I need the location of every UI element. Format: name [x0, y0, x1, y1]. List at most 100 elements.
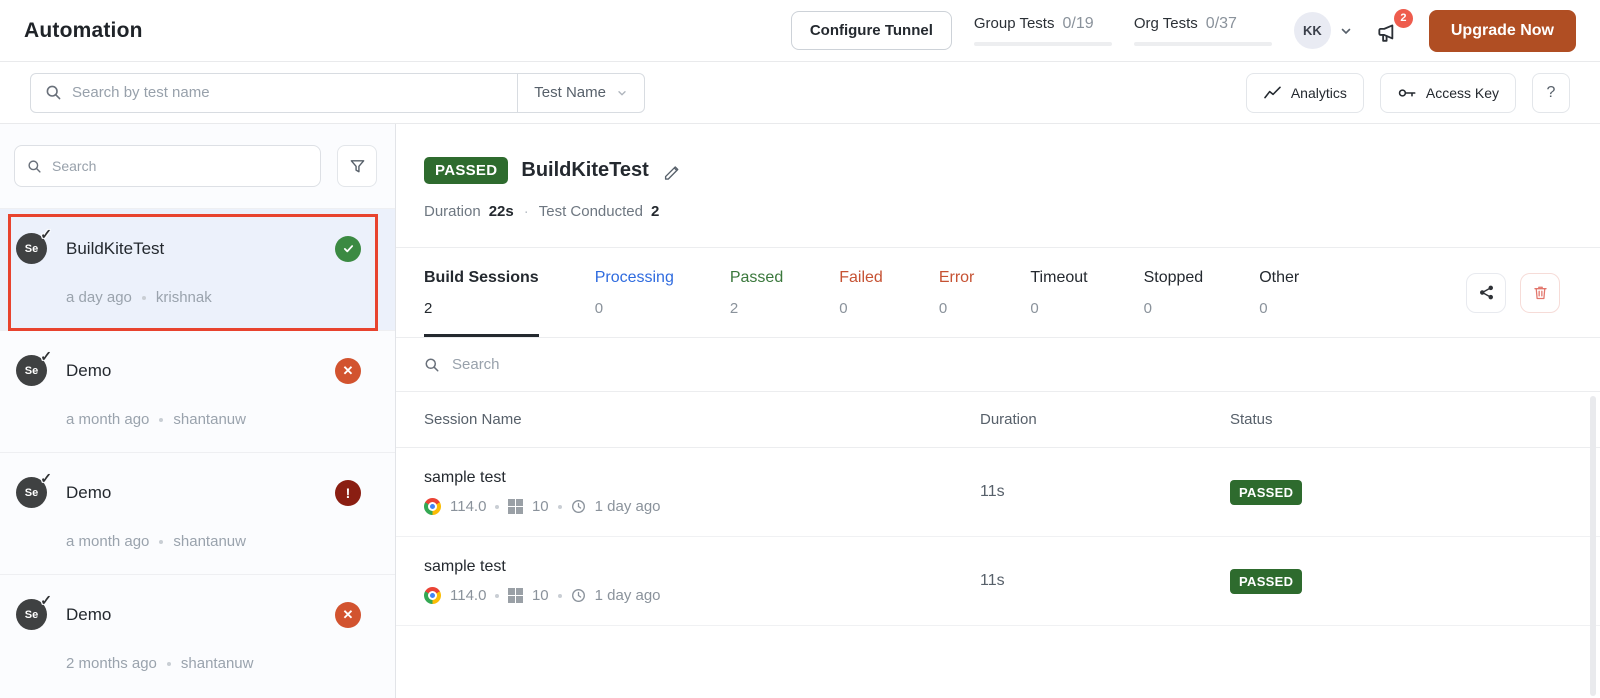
delete-button[interactable]: [1520, 273, 1560, 313]
session-status-badge: PASSED: [1230, 569, 1302, 594]
session-row[interactable]: sample test 114.0 10 1 day ago 1: [396, 537, 1600, 626]
dot-separator: ·: [524, 203, 529, 220]
status-badge: PASSED: [424, 157, 508, 184]
selenium-badge: Se ✓: [16, 599, 47, 630]
top-header: Automation Configure Tunnel Group Tests …: [0, 0, 1600, 62]
access-key-icon: [1397, 86, 1417, 100]
tab-other[interactable]: Other 0: [1259, 248, 1299, 337]
search-field-select[interactable]: Test Name: [517, 74, 644, 112]
dot-separator: [558, 594, 562, 598]
session-row[interactable]: sample test 114.0 10 1 day ago 1: [396, 448, 1600, 537]
session-search-bar: [396, 338, 1600, 392]
access-key-label: Access Key: [1426, 85, 1499, 101]
session-status-badge: PASSED: [1230, 480, 1302, 505]
test-detail-panel: PASSED BuildKiteTest Duration 22s · Test…: [396, 124, 1600, 698]
tab-passed[interactable]: Passed 2: [730, 248, 783, 337]
dot-separator: [159, 540, 163, 544]
help-icon: ?: [1547, 84, 1556, 102]
search-icon: [424, 357, 440, 373]
os-version: 10: [532, 498, 549, 515]
analytics-label: Analytics: [1291, 85, 1347, 101]
tab-build-sessions[interactable]: Build Sessions 2: [424, 248, 539, 337]
status-passed-icon: [335, 236, 361, 262]
test-time: a month ago: [66, 411, 149, 428]
check-icon: ✓: [40, 592, 52, 609]
filter-funnel-icon: [349, 158, 366, 175]
test-user: shantanuw: [181, 655, 254, 672]
selenium-badge: Se ✓: [16, 477, 47, 508]
sidebar-search-input[interactable]: [52, 158, 308, 174]
share-button[interactable]: [1466, 273, 1506, 313]
tab-error[interactable]: Error 0: [939, 248, 975, 337]
browser-version: 114.0: [450, 587, 486, 604]
page-title: Automation: [24, 19, 143, 43]
session-duration: 11s: [980, 483, 1230, 501]
check-icon: ✓: [40, 226, 52, 243]
filter-button[interactable]: [337, 145, 377, 187]
dot-separator: [159, 418, 163, 422]
avatar[interactable]: KK: [1294, 12, 1331, 49]
access-key-button[interactable]: Access Key: [1380, 73, 1516, 113]
upgrade-now-button[interactable]: Upgrade Now: [1429, 10, 1576, 52]
help-button[interactable]: ?: [1532, 73, 1570, 113]
chevron-down-icon: [1339, 24, 1353, 38]
session-time: 1 day ago: [595, 498, 661, 515]
notifications-button[interactable]: 2: [1375, 16, 1407, 46]
chrome-icon: [424, 587, 441, 604]
tab-processing[interactable]: Processing 0: [595, 248, 674, 337]
analytics-button[interactable]: Analytics: [1246, 73, 1364, 113]
chevron-down-icon: [616, 87, 628, 99]
clock-icon: [571, 499, 586, 514]
dot-separator: [495, 505, 499, 509]
status-failed-icon: ✕: [335, 602, 361, 628]
analytics-trend-icon: [1263, 85, 1282, 100]
os-version: 10: [532, 587, 549, 604]
group-tests-label: Group Tests: [974, 15, 1055, 32]
notification-badge: 2: [1394, 9, 1413, 28]
sessions-table-header: Session Name Duration Status: [396, 392, 1600, 448]
test-search-input[interactable]: [62, 84, 517, 101]
configure-tunnel-button[interactable]: Configure Tunnel: [791, 11, 952, 50]
clock-icon: [571, 588, 586, 603]
windows-icon: [508, 499, 523, 514]
column-session-name: Session Name: [424, 411, 980, 428]
tab-failed[interactable]: Failed 0: [839, 248, 883, 337]
group-tests-progressbar: [974, 42, 1112, 46]
test-user: shantanuw: [173, 411, 246, 428]
group-tests-value: 0/19: [1062, 15, 1093, 33]
test-user: shantanuw: [173, 533, 246, 550]
windows-icon: [508, 588, 523, 603]
column-status: Status: [1230, 411, 1560, 428]
edit-pencil-icon[interactable]: [662, 162, 680, 180]
duration-label: Duration: [424, 203, 481, 220]
session-tabs: Build Sessions 2 Processing 0 Passed 2 F…: [396, 248, 1600, 338]
dot-separator: [167, 662, 171, 666]
test-name: Demo: [66, 361, 335, 381]
org-tests-value: 0/37: [1206, 15, 1237, 33]
test-list-item-demo-2[interactable]: Se ✓ Demo ! a month ago shantanuw: [0, 452, 395, 574]
group-tests-quota: Group Tests 0/19: [974, 15, 1112, 46]
vertical-scrollbar[interactable]: [1590, 396, 1596, 696]
test-time: a month ago: [66, 533, 149, 550]
search-field-selected-value: Test Name: [534, 84, 606, 101]
test-title: BuildKiteTest: [521, 159, 648, 182]
test-list-item-demo-1[interactable]: Se ✓ Demo ✕ a month ago shantanuw: [0, 330, 395, 452]
column-duration: Duration: [980, 411, 1230, 428]
search-icon: [45, 84, 62, 101]
tests-conducted-label: Test Conducted: [539, 203, 643, 220]
browser-version: 114.0: [450, 498, 486, 515]
test-name: BuildKiteTest: [66, 239, 335, 259]
tab-timeout[interactable]: Timeout 0: [1030, 248, 1087, 337]
session-name: sample test: [424, 558, 980, 576]
tab-stopped[interactable]: Stopped 0: [1144, 248, 1204, 337]
status-failed-icon: ✕: [335, 358, 361, 384]
session-search-input[interactable]: [452, 356, 1572, 373]
test-list-item-buildkitetest[interactable]: Se ✓ BuildKiteTest a day ago krishnak: [0, 208, 395, 330]
app-window: Automation Configure Tunnel Group Tests …: [0, 0, 1600, 698]
user-menu[interactable]: KK: [1294, 12, 1353, 49]
dot-separator: [495, 594, 499, 598]
sidebar-search-box: [14, 145, 321, 187]
selenium-badge: Se ✓: [16, 355, 47, 386]
test-list-item-demo-3[interactable]: Se ✓ Demo ✕ 2 months ago shantanuw: [0, 574, 395, 696]
test-name: Demo: [66, 483, 335, 503]
